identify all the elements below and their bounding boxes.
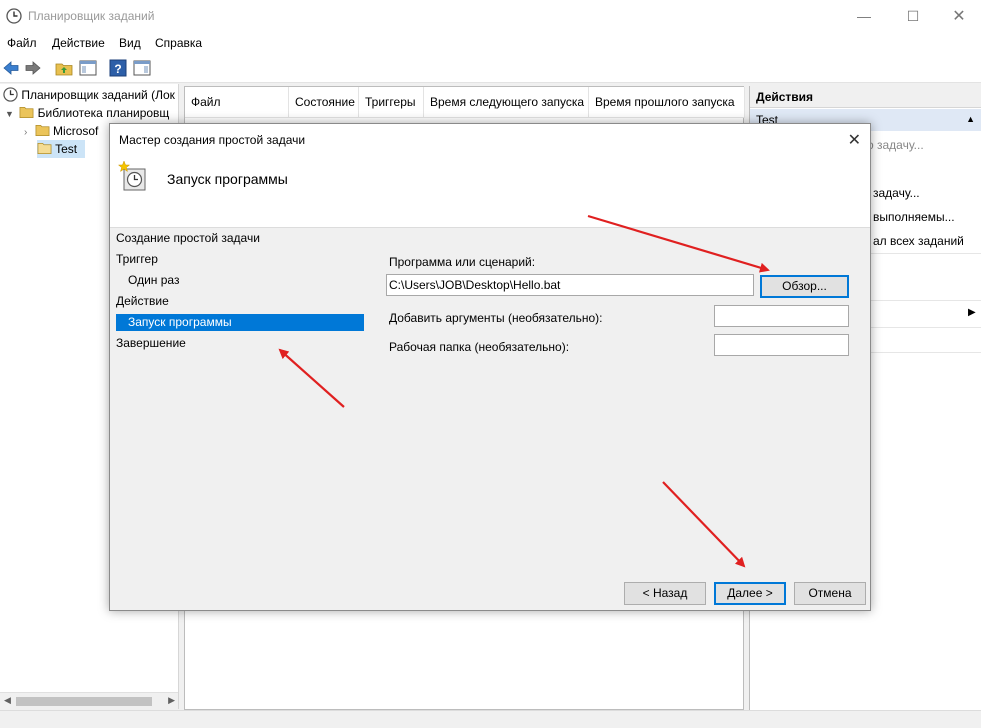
toolbar: ?: [0, 54, 981, 83]
back-arrow-icon[interactable]: [2, 59, 20, 77]
menu-help[interactable]: Справка: [155, 36, 202, 50]
action-pane-icon[interactable]: [133, 59, 151, 77]
tree-library[interactable]: ▼ Библиотека планировщ: [5, 104, 169, 122]
next-button[interactable]: Далее >: [714, 582, 786, 605]
chevron-down-icon[interactable]: ▼: [5, 109, 14, 119]
back-button[interactable]: < Назад: [624, 582, 706, 605]
dialog-title: Мастер создания простой задачи: [119, 133, 306, 147]
arguments-input[interactable]: [714, 305, 849, 327]
step-action: Действие: [116, 294, 169, 308]
arguments-label: Добавить аргументы (необязательно):: [389, 311, 603, 325]
tree-library-label: Библиотека планировщ: [37, 106, 170, 120]
step-start-program: Запуск программы: [116, 314, 364, 331]
minimize-button[interactable]: —: [841, 0, 887, 32]
column-next-run[interactable]: Время следующего запуска: [424, 87, 589, 118]
status-bar: [0, 710, 981, 728]
dialog-titlebar: Мастер создания простой задачи ✕: [110, 124, 870, 154]
clock-icon: [3, 87, 18, 102]
tree-test-label: Test: [55, 142, 78, 156]
dialog-close-button[interactable]: ✕: [848, 130, 861, 150]
svg-text:?: ?: [114, 62, 121, 76]
create-basic-task-wizard: Мастер создания простой задачи ✕ Запуск …: [109, 123, 871, 611]
program-label: Программа или сценарий:: [389, 255, 536, 269]
action-item-2[interactable]: задачу...: [873, 186, 920, 200]
tree-horizontal-scrollbar[interactable]: ◀ ▶: [0, 692, 178, 709]
tree-test[interactable]: Test: [37, 140, 86, 158]
folder-up-icon[interactable]: [55, 59, 73, 77]
column-state[interactable]: Состояние: [289, 87, 359, 118]
menu-bar: Файл Действие Вид Справка: [0, 32, 981, 54]
help-icon[interactable]: ?: [109, 59, 127, 77]
dialog-header-title: Запуск программы: [167, 171, 288, 187]
task-clock-icon: [118, 160, 146, 191]
window-titlebar: Планировщик заданий — ☐ ✕: [0, 0, 981, 32]
folder-icon: [37, 142, 52, 154]
step-once: Один раз: [128, 273, 180, 287]
scroll-right-icon[interactable]: ▶: [168, 695, 175, 706]
column-triggers[interactable]: Триггеры: [359, 87, 424, 118]
scrollbar-thumb[interactable]: [16, 697, 152, 706]
tree-root-label: Планировщик заданий (Лок: [21, 88, 175, 102]
menu-action[interactable]: Действие: [52, 36, 105, 50]
actions-title: Действия: [750, 86, 981, 108]
collapse-up-icon[interactable]: ▲: [966, 114, 975, 124]
clock-icon: [6, 8, 22, 24]
column-file[interactable]: Файл: [185, 87, 289, 118]
tree-root[interactable]: Планировщик заданий (Лок: [3, 86, 175, 104]
program-input[interactable]: [386, 274, 754, 296]
action-item-4[interactable]: ал всех заданий: [873, 234, 964, 248]
forward-arrow-icon[interactable]: [24, 59, 42, 77]
menu-file[interactable]: Файл: [7, 36, 37, 50]
submenu-arrow-icon[interactable]: ▶: [968, 307, 976, 318]
console-tree-icon[interactable]: [79, 59, 97, 77]
step-finish: Завершение: [116, 336, 186, 350]
menu-view[interactable]: Вид: [119, 36, 141, 50]
action-item-3[interactable]: выполняемы...: [873, 210, 955, 224]
action-item-1[interactable]: о задачу...: [867, 138, 924, 152]
column-last-run[interactable]: Время прошлого запуска: [589, 87, 745, 118]
maximize-button[interactable]: ☐: [890, 0, 936, 32]
close-window-button[interactable]: ✕: [936, 0, 981, 32]
step-trigger: Триггер: [116, 252, 158, 266]
working-folder-input[interactable]: [714, 334, 849, 356]
folder-icon: [35, 124, 50, 136]
cancel-button[interactable]: Отмена: [794, 582, 866, 605]
dialog-header: Запуск программы: [110, 154, 870, 228]
window-title: Планировщик заданий: [28, 9, 155, 23]
folder-icon: [19, 106, 34, 118]
scroll-left-icon[interactable]: ◀: [4, 695, 11, 706]
tree-microsoft-label: Microsof: [53, 124, 99, 138]
browse-button[interactable]: Обзор...: [760, 275, 849, 298]
tree-microsoft[interactable]: › Microsof: [24, 122, 98, 140]
step-create-task: Создание простой задачи: [116, 231, 260, 245]
chevron-right-icon[interactable]: ›: [24, 127, 27, 138]
working-folder-label: Рабочая папка (необязательно):: [389, 340, 570, 354]
